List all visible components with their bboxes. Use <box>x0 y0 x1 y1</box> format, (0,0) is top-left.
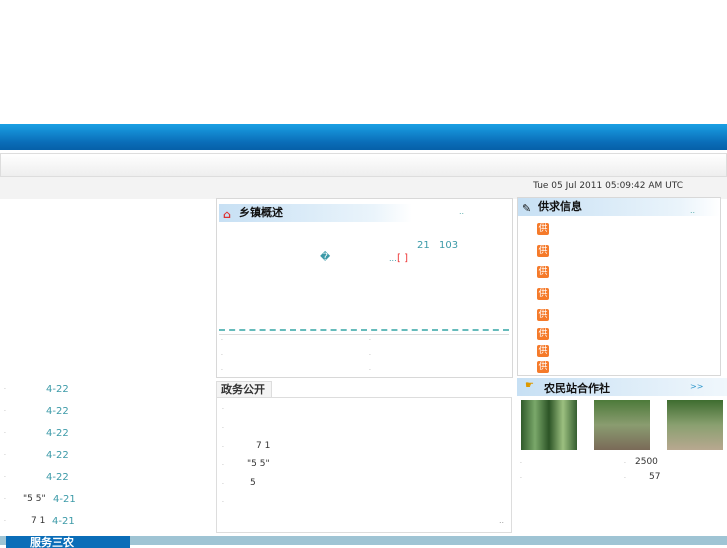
bullet: · <box>369 367 371 374</box>
bullet: · <box>221 352 223 359</box>
gov-more-link[interactable]: .. <box>499 516 504 525</box>
coop-title: 农民站合作社 <box>544 382 610 395</box>
supply-badge: 供 <box>537 288 549 300</box>
town-detail-link[interactable]: [ ] <box>397 253 408 264</box>
news-date: 4-22 <box>46 384 69 395</box>
supply-badge: 供 <box>537 328 549 340</box>
town-title-text: 乡镇概述 <box>239 206 283 219</box>
coop-photo-farm[interactable] <box>594 400 650 450</box>
current-date: Tue 05 Jul 2011 05:09:42 AM UTC <box>533 181 683 191</box>
news-date: 4-21 <box>53 494 76 505</box>
town-stat-1: 21 <box>417 240 430 251</box>
supply-badge: 供 <box>537 345 549 357</box>
town-ellipsis: ... <box>389 254 397 263</box>
supply-badge: 供 <box>537 309 549 321</box>
gov-affairs-panel: · · · 7 1 · "5 5" · 5 · .. <box>216 397 512 533</box>
handshake-icon: ☛ <box>525 380 534 391</box>
header-banner <box>0 124 727 150</box>
dashed-divider <box>219 329 509 331</box>
coop-more-link[interactable]: >> <box>690 382 703 391</box>
town-overview-title: ⌂ 乡镇概述 <box>219 204 412 222</box>
edit-icon: ✎ <box>522 202 532 215</box>
coop-photo-bamboo[interactable] <box>521 400 577 450</box>
news-date: 4-21 <box>52 516 75 527</box>
coop-photo-chickens[interactable] <box>667 400 723 450</box>
supply-badge: 供 <box>537 266 549 278</box>
divider <box>219 334 509 335</box>
news-title[interactable]: "5 5" <box>23 494 46 504</box>
gov-item[interactable]: "5 5" <box>247 459 270 469</box>
bullet: · <box>221 367 223 374</box>
bullet: · <box>369 352 371 359</box>
tab-gov-affairs[interactable]: 政务公开 <box>216 381 272 398</box>
news-date: 4-22 <box>46 450 69 461</box>
gov-item[interactable]: 7 1 <box>256 441 270 451</box>
news-date: 4-22 <box>46 428 69 439</box>
bullet: · <box>369 337 371 344</box>
town-glyph: � <box>320 252 331 263</box>
nav-bar <box>0 153 727 177</box>
coop-stat: 57 <box>649 472 661 482</box>
town-stat-2: 103 <box>439 240 459 251</box>
supply-badge: 供 <box>537 245 549 257</box>
coop-title-bar: ☛ 农民站合作社 >> <box>517 378 727 396</box>
supply-badge: 供 <box>537 223 549 235</box>
supply-badge: 供 <box>537 361 549 373</box>
supply-more-link[interactable]: .. <box>690 206 695 215</box>
supply-title-text: 供求信息 <box>538 200 582 213</box>
bullet: · <box>221 337 223 344</box>
town-overview-panel: ⌂ 乡镇概述 .. 21 103 � ... [ ] · · · · · · <box>216 198 513 378</box>
town-more-link[interactable]: .. <box>459 207 464 216</box>
gov-item[interactable]: 5 <box>250 478 256 488</box>
house-icon: ⌂ <box>223 208 231 221</box>
news-date: 4-22 <box>46 472 69 483</box>
coop-stat: 2500 <box>635 457 658 467</box>
news-title[interactable]: 7 1 <box>31 516 45 526</box>
tab-serve-farmers[interactable]: 服务三农 <box>6 536 130 548</box>
news-date: 4-22 <box>46 406 69 417</box>
